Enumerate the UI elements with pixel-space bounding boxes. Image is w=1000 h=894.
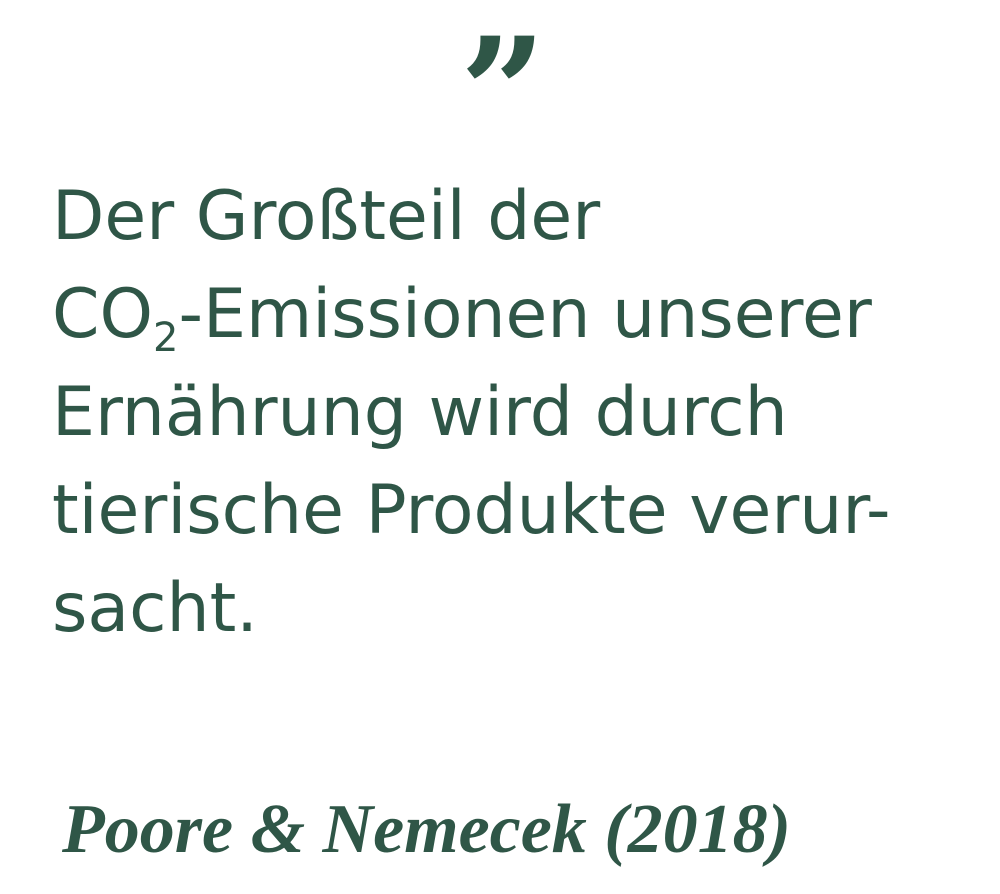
quote-line-2: CO2-Emissionen unserer: [52, 266, 992, 364]
co2-prefix: CO: [52, 275, 154, 354]
quotation-mark-icon: ”: [459, 5, 546, 181]
quote-line-4: tierische Produkte verur-: [52, 471, 891, 550]
quote-text: Der Großteil der CO2-Emissionen unserer …: [52, 168, 992, 658]
quote-line-1: Der Großteil der: [52, 177, 601, 256]
citation: Poore & Nemecek (2018): [62, 791, 791, 868]
quote-line-3: Ernährung wird durch: [52, 373, 788, 452]
quote-line-2-rest: -Emissionen unserer: [178, 275, 872, 354]
co2-subscript: 2: [153, 315, 179, 361]
quote-line-5: sacht.: [52, 569, 258, 648]
